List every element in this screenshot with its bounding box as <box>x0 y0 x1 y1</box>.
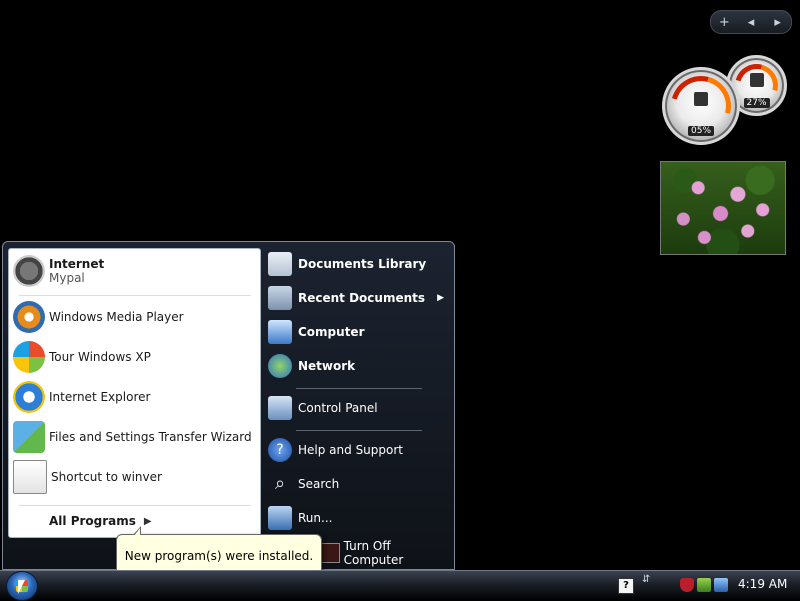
pinned-item-label: Files and Settings Transfer Wizard <box>49 430 252 444</box>
balloon-pointer-fill <box>134 528 140 536</box>
pinned-item-label: Shortcut to winver <box>51 470 162 484</box>
start-item-label: Recent Documents <box>298 291 426 305</box>
mouse-cursor-icon <box>18 580 25 594</box>
cpu-chip-icon <box>694 91 708 106</box>
start-item-help-support[interactable]: ? Help and Support <box>262 434 448 466</box>
memory-chip-icon <box>749 73 764 87</box>
pinned-item-tour-windows[interactable]: Tour Windows XP <box>9 337 260 377</box>
start-item-label: Documents Library <box>298 257 427 271</box>
start-item-network[interactable]: Network <box>262 350 448 382</box>
winver-shortcut-icon <box>13 460 47 494</box>
start-item-label: Network <box>298 359 356 373</box>
volume-icon[interactable] <box>714 578 728 592</box>
raccoon-browser-icon <box>13 255 45 287</box>
pinned-item-label: Windows Media Player <box>49 310 184 324</box>
media-player-icon <box>13 301 45 333</box>
tray-help-icon[interactable]: ? <box>618 578 634 594</box>
pinned-item-winver-shortcut[interactable]: Shortcut to winver <box>9 457 260 497</box>
start-item-control-panel[interactable]: Control Panel <box>262 392 448 424</box>
start-menu-pinned-pane: Internet Mypal Windows Media Player Tour… <box>8 248 261 538</box>
start-item-label: Control Panel <box>298 401 378 415</box>
network-status-icon[interactable] <box>697 578 711 592</box>
pinned-item-title: Internet <box>49 257 105 271</box>
add-gadget-button[interactable]: + <box>714 15 734 30</box>
taskbar-clock[interactable]: 4:19 AM <box>738 577 787 591</box>
slideshow-gadget[interactable] <box>660 161 786 255</box>
run-dialog-icon <box>268 506 292 530</box>
internet-explorer-icon <box>13 381 45 413</box>
start-item-label: Computer <box>298 325 365 339</box>
start-item-documents-library[interactable]: Documents Library <box>262 248 448 280</box>
start-item-label: Search <box>298 477 340 491</box>
previous-page-button[interactable]: ◂ <box>741 15 761 30</box>
recent-documents-icon <box>268 286 292 310</box>
start-item-computer[interactable]: Computer <box>262 316 448 348</box>
windows-tour-icon <box>13 341 45 373</box>
network-globe-icon <box>268 354 292 378</box>
documents-folder-icon <box>268 252 292 276</box>
start-item-label: Run... <box>298 511 333 525</box>
start-item-search[interactable]: ⌕ Search <box>262 468 448 500</box>
submenu-arrow-icon: ▶ <box>437 293 444 303</box>
power-icon <box>320 543 340 563</box>
turn-off-label: Turn Off Computer <box>343 539 404 567</box>
next-page-button[interactable]: ▸ <box>768 15 788 30</box>
pinned-item-media-player[interactable]: Windows Media Player <box>9 297 260 337</box>
cpu-meter-value: 05% <box>687 126 715 136</box>
transfer-wizard-icon <box>13 421 45 453</box>
divider <box>296 388 422 389</box>
pinned-item-internet-explorer[interactable]: Internet Explorer <box>9 377 260 417</box>
start-item-run[interactable]: Run... <box>262 502 448 534</box>
help-question-icon: ? <box>268 438 292 462</box>
pinned-item-label: Tour Windows XP <box>49 350 151 364</box>
turn-off-computer-button[interactable]: Turn Off Computer <box>320 539 452 567</box>
balloon-message: New program(s) were installed. <box>124 549 314 563</box>
pinned-item-subtitle: Mypal <box>49 271 85 285</box>
divider <box>19 505 251 506</box>
start-item-label: Help and Support <box>298 443 403 457</box>
divider <box>19 295 251 296</box>
cpu-meter-gadget[interactable]: 05% <box>660 65 742 147</box>
arrow-right-icon: ▶ <box>143 515 152 527</box>
memory-meter-value: 27% <box>743 98 770 108</box>
security-shield-icon[interactable] <box>680 578 694 592</box>
start-item-recent-documents[interactable]: Recent Documents ▶ <box>262 282 448 314</box>
pinned-item-internet[interactable]: Internet Mypal <box>9 251 260 291</box>
pinned-item-transfer-wizard[interactable]: Files and Settings Transfer Wizard <box>9 417 260 457</box>
control-panel-icon <box>268 396 292 420</box>
sidebar-gadget-toolbar[interactable]: + ◂ ▸ <box>710 10 792 34</box>
divider <box>296 430 422 431</box>
tray-expand-icon[interactable]: ⇵ <box>642 574 652 592</box>
all-programs-label: All Programs <box>49 514 136 528</box>
search-magnifier-icon: ⌕ <box>274 473 286 494</box>
computer-icon <box>268 320 292 344</box>
pinned-item-label: Internet Explorer <box>49 390 151 404</box>
